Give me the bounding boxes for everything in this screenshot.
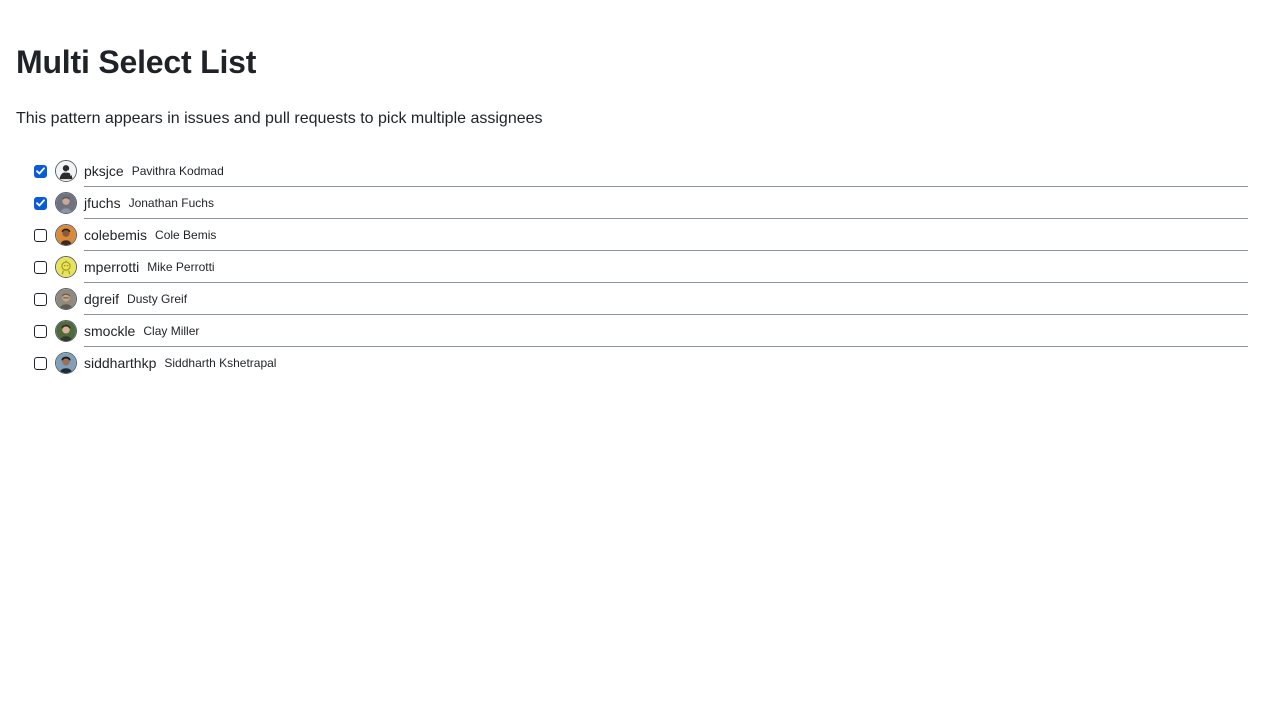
checkmark-icon [36,199,45,207]
user-login: colebemis [84,227,148,243]
avatar [55,160,77,182]
checkbox[interactable] [34,196,47,210]
user-login: siddharthkp [84,355,157,371]
list-item[interactable]: jfuchs Jonathan Fuchs [16,187,1248,219]
user-fullname: Siddharth Kshetrapal [164,356,277,370]
assignee-list: pksjce Pavithra Kodmad jfuchs Jonathan F… [16,155,1248,379]
avatar [55,352,77,374]
user-fullname: Clay Miller [143,324,200,338]
avatar [55,320,77,342]
checkbox[interactable] [34,260,47,274]
user-fullname: Pavithra Kodmad [131,164,224,178]
user-fullname: Dusty Greif [127,292,188,306]
user-login: pksjce [84,163,124,179]
list-item[interactable]: dgreif Dusty Greif [16,283,1248,315]
user-fullname: Cole Bemis [155,228,217,242]
checkbox[interactable] [34,164,47,178]
user-login: mperrotti [84,259,140,275]
list-item[interactable]: smockle Clay Miller [16,315,1248,347]
avatar [55,288,77,310]
page-title: Multi Select List [16,44,257,80]
list-item[interactable]: colebemis Cole Bemis [16,219,1248,251]
page-description: This pattern appears in issues and pull … [16,110,543,127]
checkbox[interactable] [34,356,47,370]
list-item[interactable]: pksjce Pavithra Kodmad [16,155,1248,187]
avatar [55,256,77,278]
user-login: jfuchs [84,195,121,211]
list-item[interactable]: siddharthkp Siddharth Kshetrapal [16,347,1248,379]
checkbox[interactable] [34,228,47,242]
checkbox[interactable] [34,292,47,306]
user-login: dgreif [84,291,120,307]
list-item[interactable]: mperrotti Mike Perrotti [16,251,1248,283]
avatar [55,224,77,246]
avatar [55,192,77,214]
user-fullname: Mike Perrotti [147,260,215,274]
checkmark-icon [36,167,45,175]
user-login: smockle [84,323,136,339]
checkbox[interactable] [34,324,47,338]
page: Multi Select List This pattern appears i… [0,0,1280,720]
user-fullname: Jonathan Fuchs [128,196,214,210]
